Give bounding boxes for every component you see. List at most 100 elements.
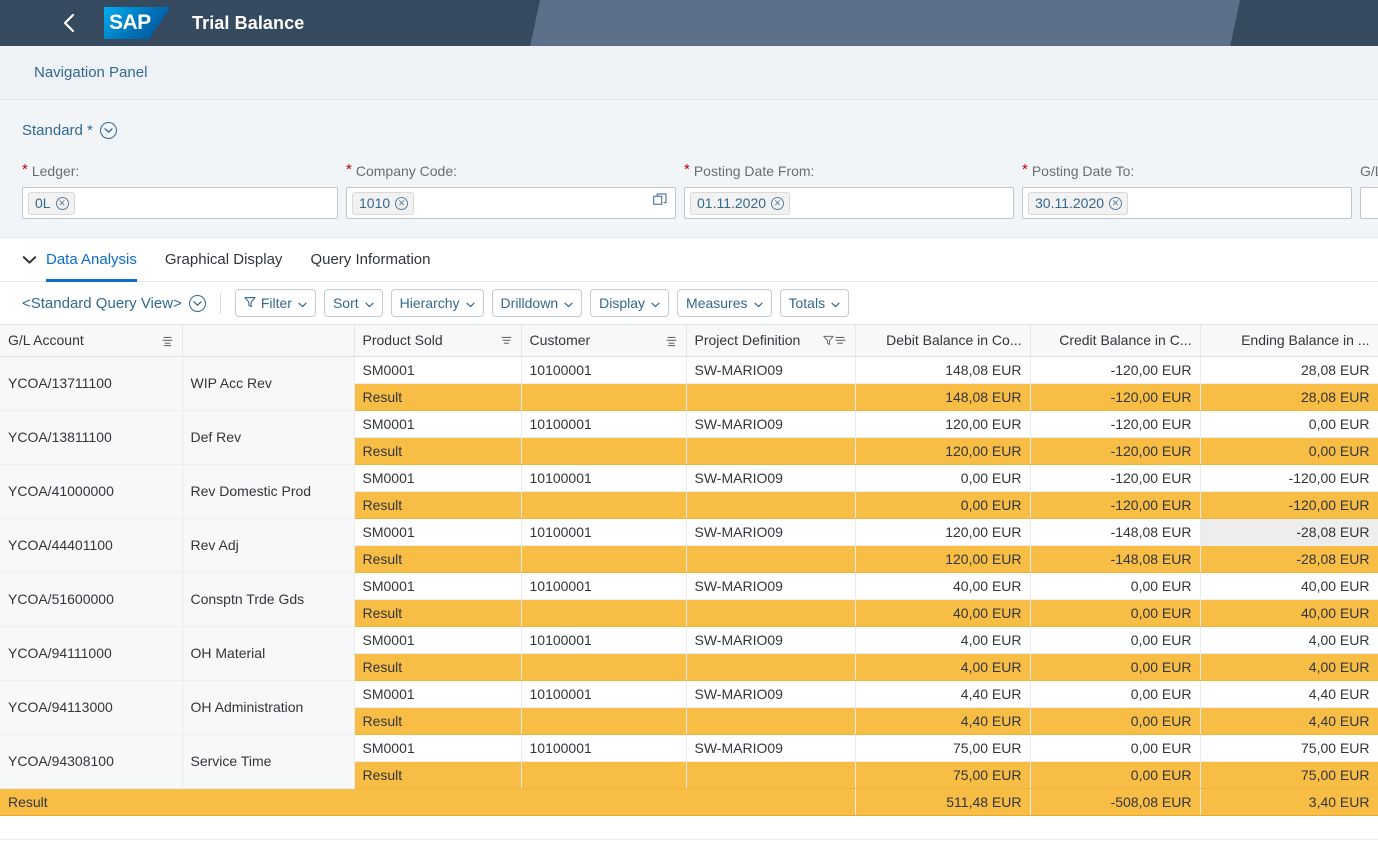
hierarchy-sort-icon[interactable] [161,334,174,347]
ending-balance-cell[interactable]: -28,08 EUR [1200,518,1378,546]
table-row[interactable]: YCOA/41000000 Rev Domestic Prod SM0001 1… [0,464,1378,519]
debit-balance-cell[interactable]: 4,00 EUR [855,626,1031,654]
hierarchy-button[interactable]: Hierarchy [390,289,484,317]
navigation-panel-label[interactable]: Navigation Panel [34,64,147,81]
gl-account-cell[interactable]: YCOA/13711100 [0,356,183,411]
posting-date-from-input[interactable]: 01.11.2020 ✕ [684,187,1014,219]
product-sold-cell[interactable]: SM0001 [354,464,522,492]
tab-data-analysis[interactable]: Data Analysis [46,238,151,282]
tab-graphical-display[interactable]: Graphical Display [151,238,297,282]
customer-cell[interactable]: 10100001 [521,626,687,654]
table-row[interactable]: YCOA/51600000 Consptn Trde Gds SM0001 10… [0,572,1378,627]
debit-balance-cell[interactable]: 75,00 EUR [855,734,1031,762]
product-sold-cell[interactable]: SM0001 [354,734,522,762]
close-icon[interactable]: ✕ [1109,196,1123,210]
debit-balance-cell[interactable]: 0,00 EUR [855,464,1031,492]
product-sold-cell[interactable]: SM0001 [354,518,522,546]
ledger-token[interactable]: 0L ✕ [28,191,75,215]
gl-account-cell[interactable]: YCOA/94113000 [0,680,183,735]
project-definition-cell[interactable]: SW-MARIO09 [686,518,856,546]
company-code-input[interactable]: 1010 ✕ [346,187,676,219]
gl-account-cell[interactable]: YCOA/94308100 [0,734,183,789]
credit-balance-cell[interactable]: 0,00 EUR [1030,572,1201,600]
column-header-gl-account[interactable]: G/L Account [0,325,183,357]
filter-sort-icon[interactable] [822,334,847,347]
posting-date-from-token[interactable]: 01.11.2020 ✕ [690,191,791,215]
project-definition-cell[interactable]: SW-MARIO09 [686,734,856,762]
drilldown-button[interactable]: Drilldown [491,289,583,317]
gl-account-input[interactable] [1360,187,1378,219]
debit-balance-cell[interactable]: 40,00 EUR [855,572,1031,600]
posting-date-to-input[interactable]: 30.11.2020 ✕ [1022,187,1352,219]
value-help-icon[interactable] [653,193,668,213]
customer-cell[interactable]: 10100001 [521,734,687,762]
table-row[interactable]: YCOA/94111000 OH Material SM0001 1010000… [0,626,1378,681]
customer-cell[interactable]: 10100001 [521,572,687,600]
gl-account-cell[interactable]: YCOA/51600000 [0,572,183,627]
product-sold-cell[interactable]: SM0001 [354,572,522,600]
customer-cell[interactable]: 10100001 [521,518,687,546]
gl-account-cell[interactable]: YCOA/41000000 [0,464,183,519]
query-view-selector[interactable]: <Standard Query View> [22,294,206,312]
project-definition-cell[interactable]: SW-MARIO09 [686,680,856,708]
customer-cell[interactable]: 10100001 [521,356,687,384]
posting-date-to-token[interactable]: 30.11.2020 ✕ [1028,191,1129,215]
customer-cell[interactable]: 10100001 [521,680,687,708]
column-header-ending-balance[interactable]: Ending Balance in ... [1200,325,1378,357]
table-row[interactable]: YCOA/94308100 Service Time SM0001 101000… [0,734,1378,789]
customer-cell[interactable]: 10100001 [521,410,687,438]
product-sold-cell[interactable]: SM0001 [354,680,522,708]
gl-account-cell[interactable]: YCOA/13811100 [0,410,183,465]
project-definition-cell[interactable]: SW-MARIO09 [686,356,856,384]
product-sold-cell[interactable]: SM0001 [354,410,522,438]
close-icon[interactable]: ✕ [55,196,69,210]
table-row[interactable]: YCOA/94113000 OH Administration SM0001 1… [0,680,1378,735]
variant-selector[interactable]: Standard * [22,122,117,139]
sort-descending-icon[interactable] [500,334,513,347]
gl-account-cell[interactable]: YCOA/94111000 [0,626,183,681]
close-icon[interactable]: ✕ [395,196,409,210]
gl-account-cell[interactable]: YCOA/44401100 [0,518,183,573]
credit-balance-cell[interactable]: 0,00 EUR [1030,734,1201,762]
grand-total-row[interactable]: Result 511,48 EUR -508,08 EUR 3,40 EUR [0,787,1378,816]
credit-balance-cell[interactable]: -120,00 EUR [1030,464,1201,492]
measures-button[interactable]: Measures [677,289,772,317]
tab-query-information[interactable]: Query Information [296,238,444,282]
column-header-debit-balance[interactable]: Debit Balance in Co... [855,325,1031,357]
debit-balance-cell[interactable]: 148,08 EUR [855,356,1031,384]
totals-button[interactable]: Totals [779,289,850,317]
company-code-token[interactable]: 1010 ✕ [352,191,415,215]
ending-balance-cell[interactable]: 75,00 EUR [1200,734,1378,762]
customer-cell[interactable]: 10100001 [521,464,687,492]
project-definition-cell[interactable]: SW-MARIO09 [686,410,856,438]
gl-account-text-cell[interactable]: Def Rev [182,410,355,465]
credit-balance-cell[interactable]: -120,00 EUR [1030,356,1201,384]
credit-balance-cell[interactable]: 0,00 EUR [1030,626,1201,654]
ending-balance-cell[interactable]: 0,00 EUR [1200,410,1378,438]
product-sold-cell[interactable]: SM0001 [354,356,522,384]
credit-balance-cell[interactable]: -148,08 EUR [1030,518,1201,546]
gl-account-text-cell[interactable]: WIP Acc Rev [182,356,355,411]
ending-balance-cell[interactable]: 40,00 EUR [1200,572,1378,600]
gl-account-text-cell[interactable]: OH Administration [182,680,355,735]
product-sold-cell[interactable]: SM0001 [354,626,522,654]
filter-button[interactable]: Filter [234,289,316,317]
ending-balance-cell[interactable]: 4,40 EUR [1200,680,1378,708]
column-header-credit-balance[interactable]: Credit Balance in C... [1030,325,1201,357]
back-button[interactable] [46,0,92,46]
close-icon[interactable]: ✕ [771,196,785,210]
debit-balance-cell[interactable]: 4,40 EUR [855,680,1031,708]
project-definition-cell[interactable]: SW-MARIO09 [686,626,856,654]
project-definition-cell[interactable]: SW-MARIO09 [686,464,856,492]
credit-balance-cell[interactable]: 0,00 EUR [1030,680,1201,708]
table-row[interactable]: YCOA/13711100 WIP Acc Rev SM0001 1010000… [0,356,1378,411]
column-header-project-definition[interactable]: Project Definition [686,325,856,357]
gl-account-text-cell[interactable]: Rev Adj [182,518,355,573]
gl-account-text-cell[interactable]: Rev Domestic Prod [182,464,355,519]
column-header-gl-account-text[interactable] [182,325,355,357]
table-row[interactable]: YCOA/44401100 Rev Adj SM0001 10100001 SW… [0,518,1378,573]
sap-logo[interactable]: SAP [104,7,171,39]
ending-balance-cell[interactable]: 4,00 EUR [1200,626,1378,654]
debit-balance-cell[interactable]: 120,00 EUR [855,410,1031,438]
gl-account-text-cell[interactable]: Service Time [182,734,355,789]
